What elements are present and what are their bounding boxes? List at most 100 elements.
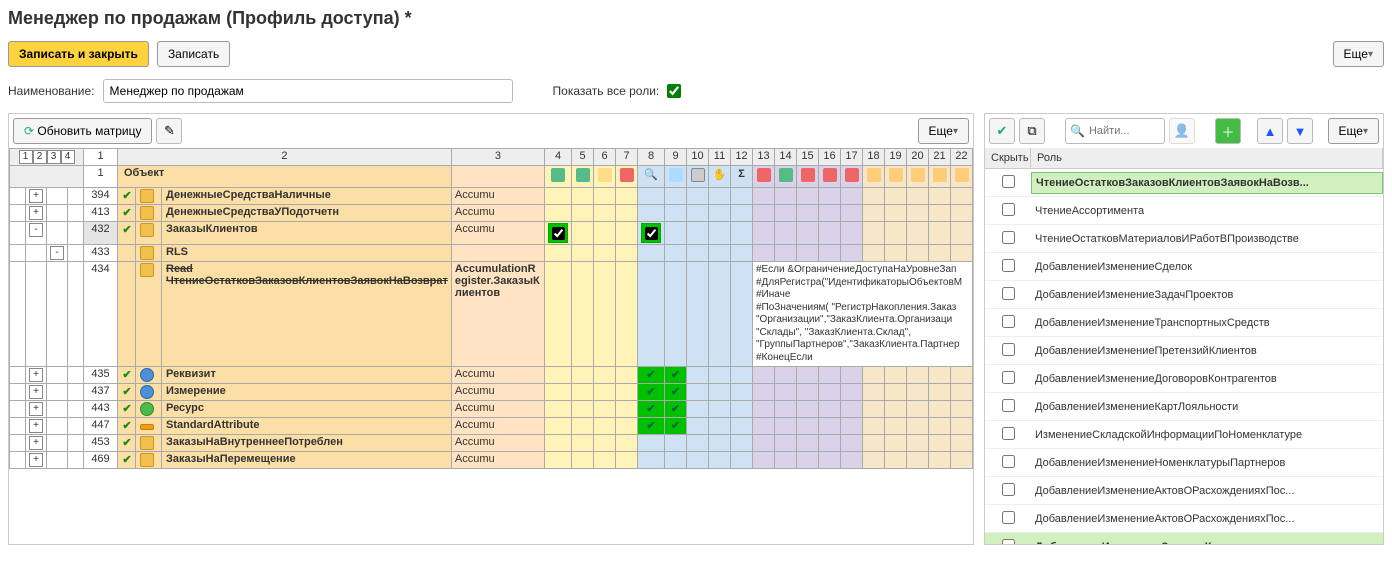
table-row[interactable]: -433RLS	[10, 245, 973, 262]
tree-toggle[interactable]: +	[29, 419, 43, 433]
role-hide-checkbox[interactable]	[1002, 259, 1015, 272]
tree-toggle[interactable]: +	[29, 368, 43, 382]
table-row[interactable]: +453✔ЗаказыНаВнутреннееПотребленAccumu	[10, 435, 973, 452]
tree-toggle[interactable]: +	[29, 385, 43, 399]
role-row[interactable]: ЧтениеАссортимента	[985, 197, 1383, 225]
role-hide-checkbox[interactable]	[1002, 399, 1015, 412]
more-button-left[interactable]: Еще	[918, 118, 969, 144]
role-hide-checkbox[interactable]	[1002, 343, 1015, 356]
perm-checkbox[interactable]	[645, 227, 658, 240]
role-row[interactable]: ДобавлениеИзменениеКартЛояльности	[985, 393, 1383, 421]
tree-toggle[interactable]: +	[29, 189, 43, 203]
i17[interactable]	[845, 168, 859, 182]
role-row[interactable]: ДобавлениеИзменениеАктовОРасхожденияхПос…	[985, 477, 1383, 505]
delete-icon[interactable]	[620, 168, 634, 182]
more-button-top[interactable]: Еще	[1333, 41, 1384, 67]
save-button[interactable]: Записать	[157, 41, 230, 67]
table-row[interactable]: 434ReadЧтениеОстатковЗаказовКлиентовЗаяв…	[10, 262, 973, 367]
search-box[interactable]: 🔍	[1065, 118, 1165, 144]
add-icon[interactable]	[551, 168, 565, 182]
role-hide-checkbox[interactable]	[1002, 175, 1015, 188]
copy-icon[interactable]: ⧉	[1019, 118, 1045, 144]
edit-icon[interactable]: ✎	[156, 118, 182, 144]
i19[interactable]	[889, 168, 903, 182]
role-hide-checkbox[interactable]	[1002, 287, 1015, 300]
level-1[interactable]: 1	[19, 150, 33, 164]
more-button-right[interactable]: Еще	[1328, 118, 1379, 144]
tree-toggle[interactable]: +	[29, 206, 43, 220]
role-row[interactable]: ДобавлениеИзменениеЗадачПроектов	[985, 281, 1383, 309]
role-hide-checkbox[interactable]	[1002, 511, 1015, 524]
table-row[interactable]: -432✔ЗаказыКлиентовAccumu	[10, 222, 973, 245]
i15[interactable]	[801, 168, 815, 182]
check-icon: ✔	[122, 190, 131, 202]
table-row[interactable]: +469✔ЗаказыНаПеремещениеAccumu	[10, 452, 973, 469]
tree-toggle[interactable]: +	[29, 402, 43, 416]
object-icon	[140, 246, 154, 260]
hand-icon[interactable]: ✋	[713, 169, 727, 181]
i22[interactable]	[955, 168, 969, 182]
up-icon[interactable]: ▲	[1257, 118, 1283, 144]
role-hide-checkbox[interactable]	[1002, 427, 1015, 440]
name-input[interactable]	[103, 79, 513, 103]
role-row[interactable]: ДобавлениеИзменениеТранспортныхСредств	[985, 309, 1383, 337]
role-hide-checkbox[interactable]	[1002, 371, 1015, 384]
object-icon	[140, 368, 154, 382]
i20[interactable]	[911, 168, 925, 182]
text-icon[interactable]	[691, 168, 705, 182]
update-matrix-button[interactable]: ⟳ Обновить матрицу	[13, 118, 152, 144]
table-row[interactable]: +443✔РесурсAccumu✔✔	[10, 401, 973, 418]
role-hide-checkbox[interactable]	[1002, 455, 1015, 468]
tree-toggle[interactable]: +	[29, 436, 43, 450]
role-row[interactable]: ДобавлениеИзменениеАктовОРасхожденияхПос…	[985, 505, 1383, 533]
role-header[interactable]: Роль	[1031, 148, 1383, 168]
role-hide-checkbox[interactable]	[1002, 203, 1015, 216]
role-row[interactable]: ДобавлениеИзменениеСделок	[985, 253, 1383, 281]
table-row[interactable]: +437✔ИзмерениеAccumu✔✔	[10, 384, 973, 401]
role-row[interactable]: ДобавлениеИзменениеПретензийКлиентов	[985, 337, 1383, 365]
add-role-icon[interactable]: ＋	[1215, 118, 1241, 144]
i16[interactable]	[823, 168, 837, 182]
role-hide-checkbox[interactable]	[1002, 315, 1015, 328]
tree-toggle[interactable]: -	[50, 246, 64, 260]
rls-script: #Если &ОграничениеДоступаНаУровнеЗап#Для…	[753, 262, 973, 367]
show-all-roles-checkbox[interactable]	[667, 84, 681, 98]
i18[interactable]	[867, 168, 881, 182]
role-hide-checkbox[interactable]	[1002, 231, 1015, 244]
perm-checkbox[interactable]	[552, 227, 565, 240]
search-input[interactable]	[1089, 125, 1149, 137]
table-row[interactable]: +413✔ДенежныеСредстваУПодотчетнAccumu	[10, 205, 973, 222]
level-3[interactable]: 3	[47, 150, 61, 164]
level-4[interactable]: 4	[61, 150, 75, 164]
role-row[interactable]: ДобавлениеИзменениеЗаказовКлиентов	[985, 533, 1383, 544]
role-hide-checkbox[interactable]	[1002, 539, 1015, 545]
save-close-button[interactable]: Записать и закрыть	[8, 41, 149, 67]
table-row[interactable]: +394✔ДенежныеСредстваНаличныеAccumu	[10, 188, 973, 205]
role-hide-checkbox[interactable]	[1002, 483, 1015, 496]
i21[interactable]	[933, 168, 947, 182]
table-row[interactable]: +447✔StandardAttributeAccumu✔✔	[10, 418, 973, 435]
i14[interactable]	[779, 168, 793, 182]
object-icon	[140, 424, 154, 430]
role-row[interactable]: ДобавлениеИзменениеДоговоровКонтрагентов	[985, 365, 1383, 393]
down-icon[interactable]: ▼	[1287, 118, 1313, 144]
table-row[interactable]: +435✔РеквизитAccumu✔✔	[10, 367, 973, 384]
add-copy-icon[interactable]	[576, 168, 590, 182]
role-row[interactable]: ИзменениеСкладскойИнформацииПоНоменклату…	[985, 421, 1383, 449]
i13[interactable]	[757, 168, 771, 182]
edit-row-icon[interactable]	[598, 168, 612, 182]
reset-icon[interactable]	[669, 168, 683, 182]
role-row[interactable]: ДобавлениеИзменениеНоменклатурыПартнеров	[985, 449, 1383, 477]
check-icon: ✔	[122, 403, 131, 415]
hide-header[interactable]: Скрыть	[985, 148, 1031, 168]
role-row[interactable]: ЧтениеОстатковМатериаловИРаботВПроизводс…	[985, 225, 1383, 253]
search-icon[interactable]: 🔍	[644, 169, 658, 181]
user-icon[interactable]: 👤	[1169, 118, 1195, 144]
check-icon: ✔	[122, 369, 131, 381]
sum-icon[interactable]: Σ	[738, 168, 745, 180]
level-2[interactable]: 2	[33, 150, 47, 164]
role-row[interactable]: ЧтениеОстатковЗаказовКлиентовЗаявокНаВоз…	[985, 169, 1383, 197]
tree-toggle[interactable]: -	[29, 223, 43, 237]
tree-toggle[interactable]: +	[29, 453, 43, 467]
check-icon[interactable]: ✔	[989, 118, 1015, 144]
